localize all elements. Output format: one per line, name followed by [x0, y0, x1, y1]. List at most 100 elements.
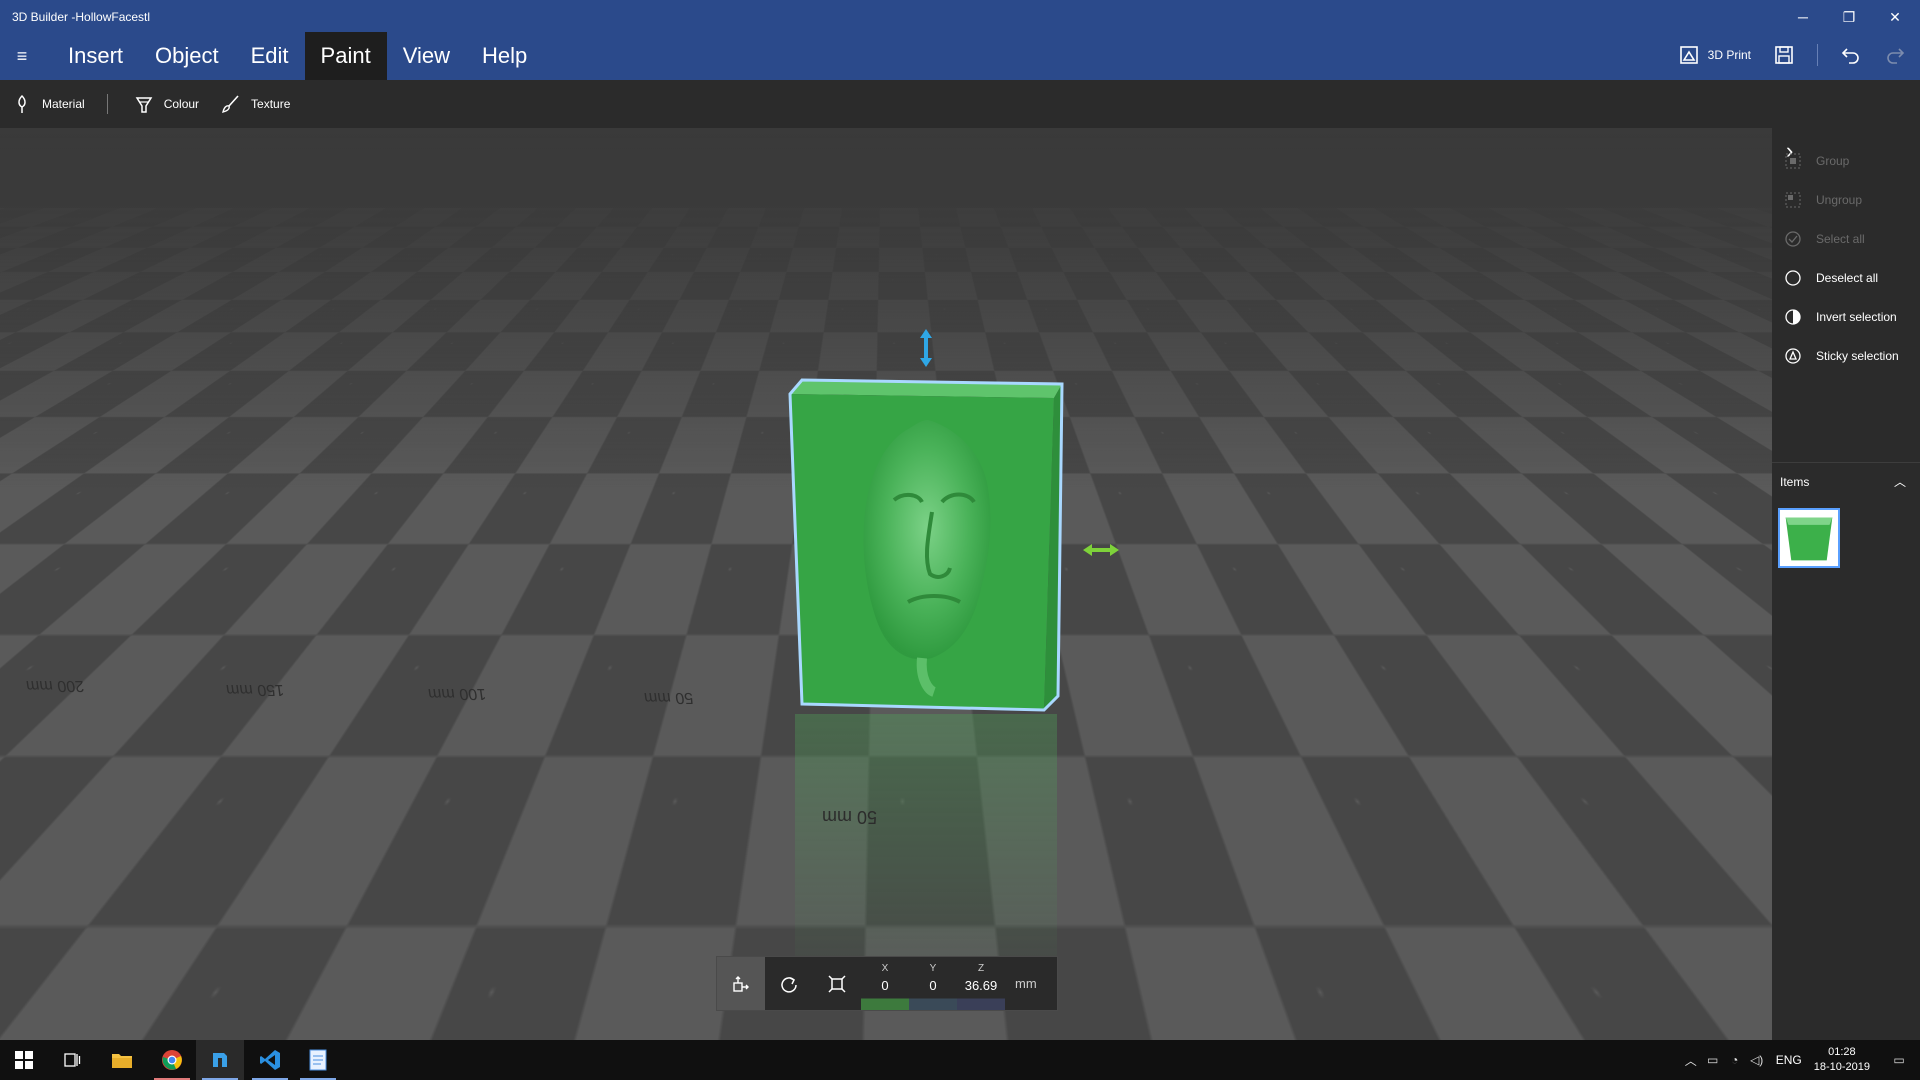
x-coordinate-field[interactable]: X 0	[861, 957, 909, 1010]
x-value: 0	[881, 978, 889, 993]
height-arrow-icon[interactable]	[918, 328, 934, 368]
ruler-label: 150 mm	[224, 681, 286, 698]
clock-time: 01:28	[1828, 1046, 1856, 1058]
deselect-all-icon	[1785, 270, 1801, 286]
z-value: 36.69	[964, 978, 998, 993]
width-arrow-icon[interactable]	[1082, 542, 1120, 558]
deselect-all-button[interactable]: Deselect all	[1784, 269, 1878, 287]
items-section-header[interactable]: Items ︿	[1772, 462, 1920, 492]
unit-label: mm	[1015, 976, 1037, 991]
brush-icon	[222, 95, 239, 113]
notifications-icon[interactable]: ▭	[1888, 1053, 1910, 1067]
clock[interactable]: 01:28 18-10-2019	[1814, 1045, 1870, 1075]
sticky-selection-button[interactable]: Sticky selection	[1784, 347, 1899, 365]
start-button[interactable]	[0, 1040, 48, 1080]
minimize-button[interactable]: ─	[1780, 4, 1826, 30]
close-button[interactable]: ✕	[1872, 4, 1918, 30]
save-button[interactable]	[1773, 44, 1795, 66]
taskbar: ︿ ▭ ◔ ◁) ENG 01:28 18-10-2019 ▭	[0, 1040, 1920, 1080]
material-label: Material	[42, 97, 85, 111]
deselect-all-label: Deselect all	[1816, 271, 1879, 285]
ungroup-icon	[1785, 192, 1801, 208]
taskbar-file-explorer[interactable]	[98, 1040, 146, 1080]
texture-tool[interactable]: Texture	[221, 94, 290, 114]
hamburger-menu-icon[interactable]: ≡	[10, 46, 34, 66]
ungroup-button[interactable]: Ungroup	[1784, 191, 1862, 209]
ruler-label: 200 mm	[24, 677, 86, 694]
taskbar-notepad[interactable]	[294, 1040, 342, 1080]
3d-viewport[interactable]: 200 mm 150 mm 100 mm 50 mm 50 mm X 0 Y 0…	[0, 128, 1772, 1040]
system-tray: ︿ ▭ ◔ ◁) ENG 01:28 18-10-2019 ▭	[1680, 1040, 1920, 1080]
item-thumbnail[interactable]	[1778, 508, 1840, 568]
redo-icon	[1887, 48, 1905, 64]
divider	[1817, 44, 1818, 66]
menu-paint[interactable]: Paint	[304, 32, 387, 80]
ruler-label: 100 mm	[426, 685, 488, 702]
material-icon	[18, 94, 26, 113]
menu-object[interactable]: Object	[139, 32, 235, 80]
group-icon	[1785, 153, 1801, 169]
paint-bucket-icon	[135, 97, 153, 113]
3d-model-hollow-face[interactable]	[782, 378, 1066, 714]
select-all-button[interactable]: Select all	[1784, 230, 1865, 248]
redo-button[interactable]	[1884, 44, 1906, 66]
ungroup-label: Ungroup	[1816, 193, 1863, 207]
show-hidden-icons-chevron-icon[interactable]: ︿	[1680, 1052, 1702, 1069]
group-button[interactable]: Group	[1784, 152, 1849, 170]
items-label: Items	[1780, 475, 1810, 489]
x-label: X	[881, 963, 889, 974]
model-reflection	[795, 714, 1057, 994]
selection-panel: › Group Ungroup Select all Deselect all …	[1772, 128, 1920, 1040]
task-view-button[interactable]	[48, 1040, 96, 1080]
material-tool[interactable]: Material	[12, 94, 85, 114]
menu-help[interactable]: Help	[466, 32, 543, 80]
scale-button[interactable]	[813, 957, 861, 1010]
restore-button[interactable]: ❐	[1826, 4, 1872, 30]
group-label: Group	[1816, 154, 1850, 168]
texture-label: Texture	[251, 97, 291, 111]
select-all-label: Select all	[1816, 232, 1865, 246]
colour-label: Colour	[163, 97, 200, 111]
chevron-up-icon[interactable]: ︿	[1894, 473, 1906, 490]
toolbar-divider	[106, 94, 108, 114]
clock-date: 18-10-2019	[1813, 1061, 1870, 1073]
taskbar-vscode[interactable]	[246, 1040, 294, 1080]
move-icon	[733, 975, 749, 992]
sticky-selection-label: Sticky selection	[1816, 349, 1899, 363]
sticky-selection-icon	[1785, 348, 1801, 364]
volume-icon[interactable]: ◁)	[1746, 1053, 1768, 1067]
undo-button[interactable]	[1840, 44, 1862, 66]
select-all-icon	[1785, 231, 1801, 247]
save-icon	[1775, 46, 1793, 64]
ruler-label: 50 mm	[822, 807, 878, 827]
rotate-button[interactable]	[765, 957, 813, 1010]
3d-builder-icon	[213, 1053, 227, 1067]
menu-insert[interactable]: Insert	[52, 32, 139, 80]
invert-selection-label: Invert selection	[1816, 310, 1897, 324]
folder-icon	[112, 1054, 132, 1068]
undo-icon	[1841, 48, 1859, 64]
scale-icon	[828, 974, 846, 993]
taskbar-chrome[interactable]	[148, 1040, 196, 1080]
main-menu: Insert Object Edit Paint View Help	[52, 32, 543, 80]
menu-edit[interactable]: Edit	[235, 32, 305, 80]
right-actions: 3D Print	[1678, 38, 1920, 72]
taskbar-3d-builder[interactable]	[196, 1040, 244, 1080]
language-indicator[interactable]: ENG	[1776, 1053, 1802, 1067]
invert-selection-button[interactable]: Invert selection	[1784, 308, 1897, 326]
battery-icon[interactable]: ▭	[1702, 1053, 1724, 1067]
paint-toolbar: Material Colour Texture	[0, 80, 1920, 128]
3d-print-label: 3D Print	[1707, 48, 1751, 62]
move-button[interactable]	[717, 957, 765, 1010]
z-coordinate-field[interactable]: Z 36.69	[957, 957, 1005, 1010]
y-coordinate-field[interactable]: Y 0	[909, 957, 957, 1010]
vscode-icon	[260, 1050, 280, 1070]
menu-view[interactable]: View	[387, 32, 466, 80]
ruler-label: 50 mm	[642, 689, 695, 706]
3d-print-button[interactable]: 3D Print	[1678, 44, 1751, 66]
3d-print-icon	[1679, 46, 1698, 64]
task-view-icon	[64, 1053, 81, 1067]
colour-tool[interactable]: Colour	[134, 94, 199, 114]
rotate-icon	[781, 976, 797, 993]
wifi-icon[interactable]: ◔	[1724, 1053, 1746, 1067]
